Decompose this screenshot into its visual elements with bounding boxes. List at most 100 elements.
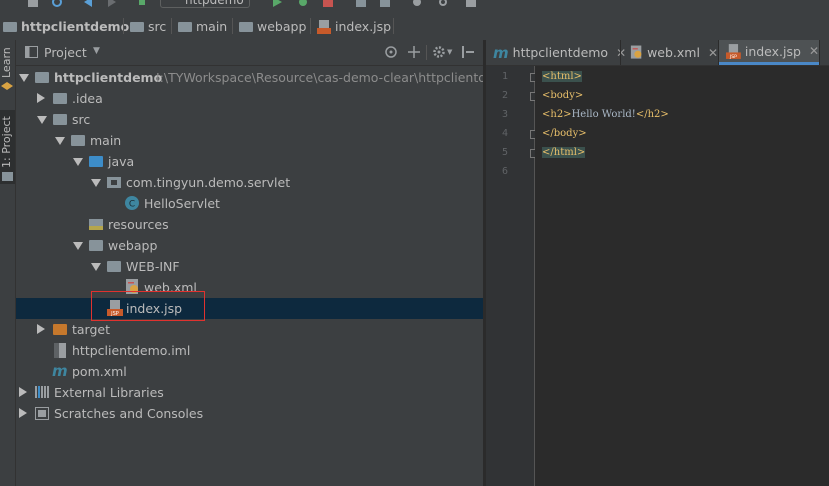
line-number: 1: [501, 71, 508, 82]
tree-node-label: .idea: [72, 91, 103, 106]
tree-node-pom-xml[interactable]: m pom.xml: [16, 361, 483, 382]
expanded-arrow-icon[interactable]: [19, 74, 29, 82]
collapsed-arrow-icon[interactable]: [37, 324, 45, 334]
build-icon[interactable]: [137, 0, 147, 7]
breadcrumb-label: main: [196, 19, 228, 34]
hide-panel-icon[interactable]: [462, 46, 474, 58]
tree-node-label: WEB-INF: [126, 259, 180, 274]
resources-folder-icon: [89, 219, 103, 230]
tree-node-label: HelloServlet: [144, 196, 220, 211]
sync-icon[interactable]: [52, 0, 62, 7]
gear-icon[interactable]: [433, 46, 445, 58]
close-icon[interactable]: ✕: [708, 46, 718, 60]
stop-icon[interactable]: [323, 0, 333, 7]
module-folder-icon: [35, 72, 49, 83]
tree-node-resources[interactable]: resources: [16, 214, 483, 235]
code-line: <body>: [542, 90, 583, 101]
code-line: </html>: [542, 147, 586, 158]
tab-index-jsp[interactable]: JSP index.jsp ✕: [719, 40, 819, 65]
tree-node-scratches[interactable]: Scratches and Consoles: [16, 403, 483, 424]
chevron-down-icon[interactable]: ▼: [447, 48, 452, 56]
tree-node-web-inf[interactable]: WEB-INF: [16, 256, 483, 277]
tree-node-external-libraries[interactable]: External Libraries: [16, 382, 483, 403]
tree-node-label: java: [108, 154, 135, 169]
collapsed-arrow-icon[interactable]: [37, 93, 45, 103]
save-icon[interactable]: [28, 0, 38, 7]
tab-httpclientdemo[interactable]: m httpclientdemo ✕: [486, 40, 626, 65]
tree-node-main[interactable]: main: [16, 130, 483, 151]
close-icon[interactable]: ✕: [809, 44, 819, 58]
line-number: 3: [501, 109, 508, 120]
package-icon: [107, 177, 121, 188]
main-toolbar: httpdemo: [0, 0, 829, 9]
expanded-arrow-icon[interactable]: [73, 242, 83, 250]
libraries-icon: [35, 386, 49, 398]
expanded-arrow-icon[interactable]: [37, 116, 47, 124]
tab-label: web.xml: [647, 45, 700, 60]
tree-node-helloservlet[interactable]: C HelloServlet: [16, 193, 483, 214]
line-number: 5: [501, 147, 508, 158]
expanded-arrow-icon[interactable]: [55, 137, 65, 145]
editor-tabs: m httpclientdemo ✕ web.xml ✕ JSP index.j…: [486, 40, 829, 66]
maven-icon: m: [493, 43, 509, 62]
code-line: </body>: [542, 128, 587, 139]
iml-file-icon: [54, 343, 66, 358]
breadcrumb-project[interactable]: httpclientdemo: [3, 19, 129, 34]
breadcrumb-webapp[interactable]: webapp: [239, 19, 306, 34]
collapsed-arrow-icon[interactable]: [19, 387, 27, 397]
debug-icon[interactable]: [298, 0, 308, 7]
expanded-arrow-icon[interactable]: [91, 263, 101, 271]
project-tool-label: 1: Project: [0, 116, 13, 168]
learn-tool-button[interactable]: Learn: [0, 47, 13, 78]
collapsed-arrow-icon[interactable]: [19, 408, 27, 418]
tree-node-iml[interactable]: httpclientdemo.iml: [16, 340, 483, 361]
tree-node-web-xml[interactable]: web.xml: [16, 277, 483, 298]
tree-node-label: webapp: [108, 238, 158, 253]
sdk-icon[interactable]: [380, 0, 390, 7]
tree-node-target[interactable]: target: [16, 319, 483, 340]
chevron-down-icon[interactable]: ▼: [93, 46, 100, 56]
back-icon[interactable]: [84, 0, 94, 7]
folder-icon: [2, 172, 13, 181]
tree-node-webapp[interactable]: webapp: [16, 235, 483, 256]
project-tool-button[interactable]: 1: Project: [0, 116, 13, 168]
folder-icon: [3, 21, 17, 32]
forward-icon[interactable]: [106, 0, 116, 7]
maven-icon: m: [52, 362, 68, 380]
expanded-arrow-icon[interactable]: [91, 179, 101, 187]
code-tag: </h2>: [635, 109, 669, 120]
tree-node-label: src: [72, 112, 91, 127]
tab-label: httpclientdemo: [512, 45, 609, 60]
tree-node-project-root[interactable]: httpclientdemo I:\TYWorkspace\Resource\c…: [16, 67, 506, 88]
folder-icon: [53, 93, 67, 104]
collapse-all-icon[interactable]: [408, 46, 420, 58]
search-everywhere-icon[interactable]: [438, 0, 448, 7]
excluded-folder-icon: [53, 324, 67, 335]
project-panel-title[interactable]: Project: [44, 45, 87, 60]
tree-node-idea[interactable]: .idea: [16, 88, 483, 109]
settings-icon[interactable]: [412, 0, 422, 7]
breadcrumb-file[interactable]: index.jsp: [317, 19, 391, 34]
breadcrumb-src[interactable]: src: [130, 19, 166, 34]
tree-node-src[interactable]: src: [16, 109, 483, 130]
project-tree: httpclientdemo I:\TYWorkspace\Resource\c…: [16, 66, 506, 486]
locate-file-icon[interactable]: [385, 46, 397, 58]
folder-icon: [107, 261, 121, 272]
tree-node-index-jsp[interactable]: JSP index.jsp: [16, 298, 483, 319]
run-icon[interactable]: [272, 0, 282, 7]
folder-icon: [53, 114, 67, 125]
jsp-file-icon: [317, 19, 331, 34]
expanded-arrow-icon[interactable]: [73, 158, 83, 166]
line-number: 4: [501, 128, 508, 139]
code-editor[interactable]: <html> <body> <h2>Hello World!</h2> </bo…: [535, 66, 829, 486]
breadcrumb-main[interactable]: main: [178, 19, 227, 34]
tree-node-label: httpclientdemo: [54, 70, 163, 85]
tree-node-package[interactable]: com.tingyun.demo.servlet: [16, 172, 483, 193]
tab-web-xml[interactable]: web.xml ✕: [621, 40, 718, 65]
project-structure-icon[interactable]: [356, 0, 366, 7]
vcs-icon[interactable]: [466, 0, 476, 7]
run-configuration-select[interactable]: httpdemo: [160, 0, 250, 8]
code-tag: </html>: [542, 147, 586, 158]
tree-node-java[interactable]: java: [16, 151, 483, 172]
project-path: I:\TYWorkspace\Resource\cas-demo-clear\h…: [156, 70, 507, 85]
